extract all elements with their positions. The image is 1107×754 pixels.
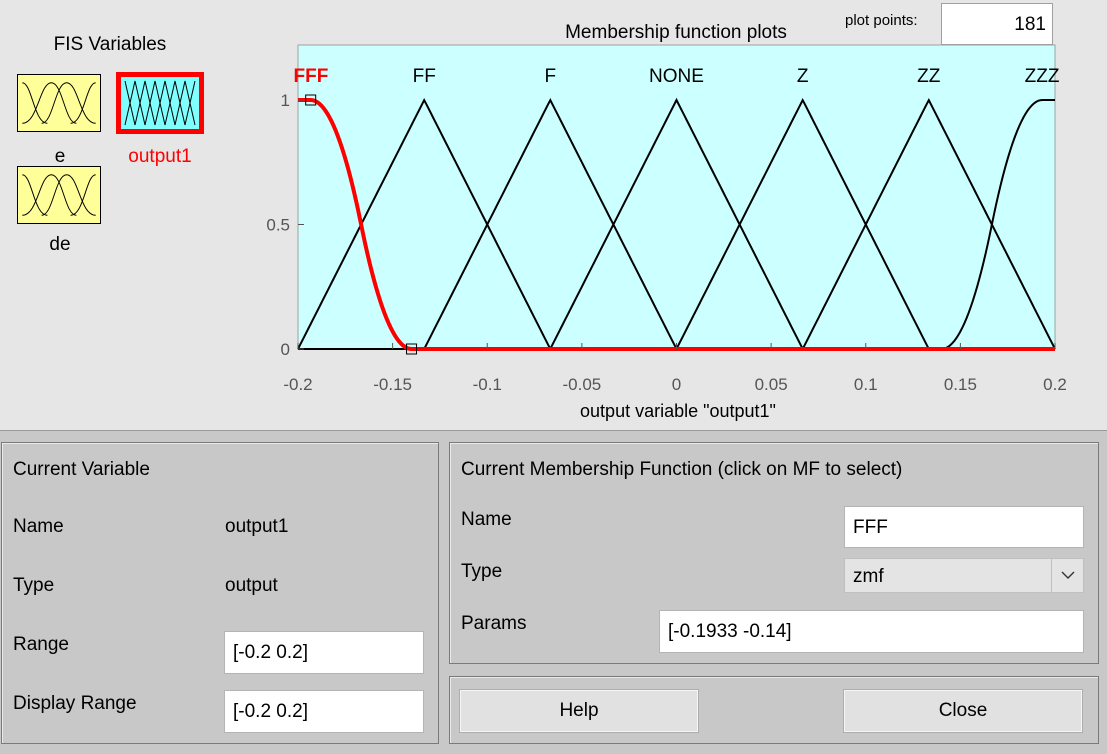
display-range-input[interactable]: [-0.2 0.2] xyxy=(224,690,424,733)
variable-name-value: output1 xyxy=(225,516,289,537)
help-button[interactable]: Help xyxy=(459,689,699,733)
range-label: Range xyxy=(13,634,69,655)
variable-type-value: output xyxy=(225,575,278,596)
current-variable-group: Current Variable Name output1 Type outpu… xyxy=(1,442,439,744)
mf-name-input[interactable]: FFF xyxy=(844,506,1084,548)
x-tick-label: -0.1 xyxy=(473,375,502,394)
membership-function-plot[interactable]: FFF FF F NONE Z ZZ ZZZ -0.2 -0.15 -0.1 -0.05 0 0.05… xyxy=(0,0,1107,430)
x-tick-label: -0.15 xyxy=(373,375,412,394)
mf-type-select[interactable]: zmf xyxy=(844,558,1084,593)
y-tick-label: 0.5 xyxy=(266,216,290,235)
current-variable-title: Current Variable xyxy=(13,459,150,480)
x-tick-label: 0.05 xyxy=(755,375,788,394)
display-range-label: Display Range xyxy=(13,693,137,714)
current-mf-title: Current Membership Function (click on MF… xyxy=(461,459,903,480)
variable-type-label: Type xyxy=(13,575,55,596)
x-axis-label: output variable "output1" xyxy=(580,401,776,421)
current-mf-group: Current Membership Function (click on MF… xyxy=(449,442,1099,664)
x-tick-label: 0.15 xyxy=(944,375,977,394)
variable-name-label: Name xyxy=(13,516,64,537)
mf-label-ff[interactable]: FF xyxy=(413,66,436,87)
mf-label-zzz[interactable]: ZZZ xyxy=(1025,66,1060,87)
mf-label-zz[interactable]: ZZ xyxy=(917,66,941,87)
mf-label-z[interactable]: Z xyxy=(797,66,809,87)
y-tick-label: 1 xyxy=(281,91,290,110)
x-tick-label: 0.2 xyxy=(1043,375,1067,394)
plot-area xyxy=(297,44,1056,350)
x-tick-label: -0.05 xyxy=(563,375,602,394)
mf-label-fff[interactable]: FFF xyxy=(294,66,329,87)
mf-params-input[interactable]: [-0.1933 -0.14] xyxy=(659,610,1084,653)
mf-type-label: Type xyxy=(461,561,503,582)
mf-label-f[interactable]: F xyxy=(544,66,556,87)
mf-type-value: zmf xyxy=(853,566,884,587)
button-group: Help Close xyxy=(449,676,1099,744)
x-tick-label: -0.2 xyxy=(283,375,312,394)
close-button[interactable]: Close xyxy=(843,689,1083,733)
chevron-down-icon[interactable] xyxy=(1051,559,1083,592)
range-input[interactable]: [-0.2 0.2] xyxy=(224,631,424,674)
y-tick-label: 0 xyxy=(281,340,290,359)
mf-label-none[interactable]: NONE xyxy=(649,66,704,87)
x-tick-label: 0.1 xyxy=(854,375,878,394)
x-tick-label: 0 xyxy=(672,375,681,394)
mf-params-label: Params xyxy=(461,613,527,634)
mf-name-label: Name xyxy=(461,509,512,530)
